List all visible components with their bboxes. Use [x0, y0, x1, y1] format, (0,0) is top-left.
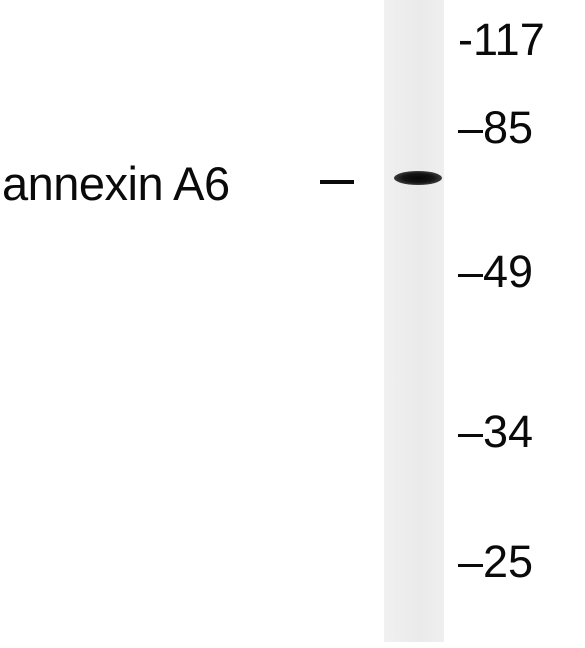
blot-lane: [384, 0, 444, 642]
marker-49: –49: [458, 246, 534, 297]
protein-band: [394, 171, 442, 185]
marker-85: –85: [458, 102, 534, 153]
western-blot-figure: annexin A6 -117 –85 –49 –34 –25: [0, 0, 585, 648]
marker-117: -117: [458, 14, 545, 65]
target-protein-label: annexin A6: [2, 157, 230, 210]
target-indicator-dash: [320, 180, 354, 184]
marker-25: –25: [458, 536, 534, 587]
marker-34: –34: [458, 406, 534, 457]
